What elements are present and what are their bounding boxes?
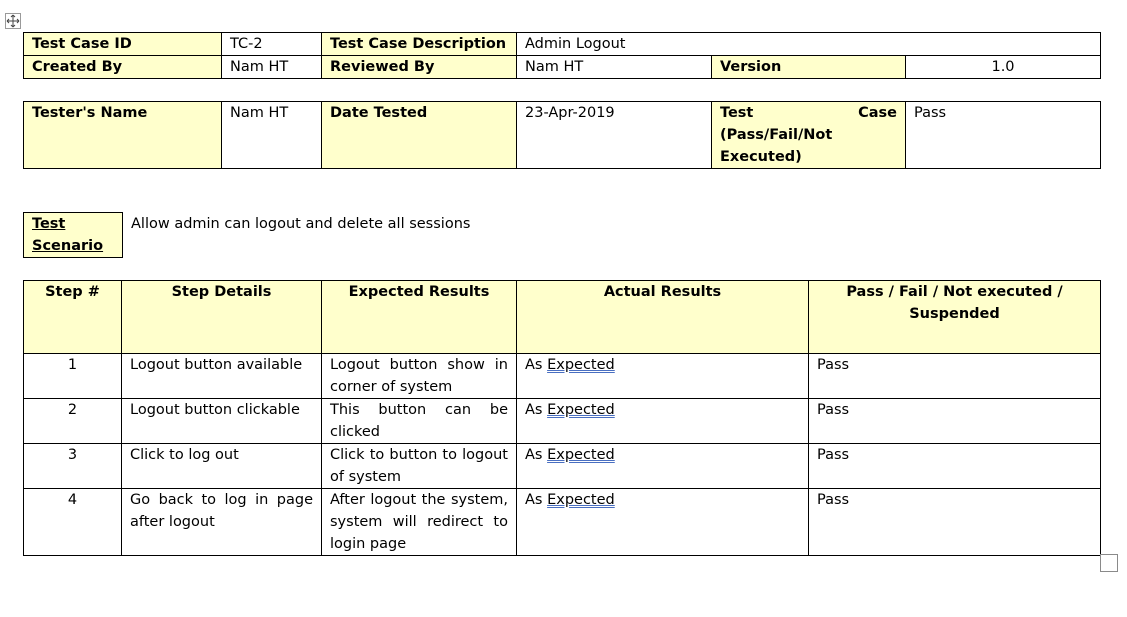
actual-result-prefix: As bbox=[525, 447, 543, 463]
actual-result-word: Expected bbox=[547, 357, 615, 373]
actual-result-prefix: As bbox=[525, 492, 543, 508]
actual-result[interactable]: As Expected bbox=[516, 398, 809, 444]
actual-result-prefix: As bbox=[525, 402, 543, 418]
test-scenario-label-line1: Test bbox=[32, 216, 66, 232]
table-row: 4 Go back to log in page after logout Af… bbox=[23, 488, 1101, 556]
step-details[interactable]: Go back to log in page after logout bbox=[121, 488, 322, 556]
step-details[interactable]: Click to log out bbox=[121, 443, 322, 489]
tester-name-value[interactable]: Nam HT bbox=[221, 101, 322, 169]
status-header-line2: Suspended bbox=[909, 306, 1000, 322]
step-status[interactable]: Pass bbox=[808, 443, 1101, 489]
steps-header-row: Step # Step Details Expected Results Act… bbox=[23, 280, 1101, 354]
test-scenario-label-line2: Scenario bbox=[32, 238, 104, 254]
test-case-description-value[interactable]: Admin Logout bbox=[516, 32, 1101, 56]
actual-result-word: Expected bbox=[547, 402, 615, 418]
step-details[interactable]: Logout button available bbox=[121, 353, 322, 399]
created-by-value[interactable]: Nam HT bbox=[221, 55, 322, 79]
actual-result-prefix: As bbox=[525, 357, 543, 373]
test-scenario-text[interactable]: Allow admin can logout and delete all se… bbox=[131, 213, 470, 235]
expected-results-header: Expected Results bbox=[321, 280, 517, 354]
step-details[interactable]: Logout button clickable bbox=[121, 398, 322, 444]
test-scenario-table: Test Scenario bbox=[23, 212, 123, 258]
version-label: Version bbox=[711, 55, 906, 79]
date-tested-label: Date Tested bbox=[321, 101, 517, 169]
step-status[interactable]: Pass bbox=[808, 353, 1101, 399]
date-tested-value[interactable]: 23-Apr-2019 bbox=[516, 101, 712, 169]
tester-info-table: Tester's Name Nam HT Date Tested 23-Apr-… bbox=[23, 101, 1101, 169]
table-row: 3 Click to log out Click to button to lo… bbox=[23, 443, 1101, 489]
result-label-case: Case bbox=[858, 105, 897, 121]
actual-result[interactable]: As Expected bbox=[516, 443, 809, 489]
step-number[interactable]: 1 bbox=[23, 353, 122, 399]
test-case-result-label: Test Case (Pass/Fail/Not Executed) bbox=[711, 101, 906, 169]
table-move-handle-icon[interactable] bbox=[5, 13, 21, 29]
test-case-id-value[interactable]: TC-2 bbox=[221, 32, 322, 56]
step-details-header: Step Details bbox=[121, 280, 322, 354]
status-header: Pass / Fail / Not executed / Suspended bbox=[808, 280, 1101, 354]
table-row: 1 Logout button available Logout button … bbox=[23, 353, 1101, 399]
step-status[interactable]: Pass bbox=[808, 488, 1101, 556]
result-label-line3: Executed) bbox=[720, 149, 802, 165]
created-by-label: Created By bbox=[23, 55, 222, 79]
test-case-id-label: Test Case ID bbox=[23, 32, 222, 56]
expected-result[interactable]: After logout the system, system will red… bbox=[321, 488, 517, 556]
actual-results-header: Actual Results bbox=[516, 280, 809, 354]
step-number[interactable]: 4 bbox=[23, 488, 122, 556]
actual-result[interactable]: As Expected bbox=[516, 488, 809, 556]
table-row: 2 Logout button clickable This button ca… bbox=[23, 398, 1101, 444]
actual-result-word: Expected bbox=[547, 447, 615, 463]
actual-result[interactable]: As Expected bbox=[516, 353, 809, 399]
result-label-test: Test bbox=[720, 105, 754, 121]
step-status[interactable]: Pass bbox=[808, 398, 1101, 444]
tester-name-label: Tester's Name bbox=[23, 101, 222, 169]
step-number-header: Step # bbox=[23, 280, 122, 354]
status-header-line1: Pass / Fail / Not executed / bbox=[846, 284, 1063, 300]
expected-result[interactable]: Logout button show in corner of system bbox=[321, 353, 517, 399]
actual-result-word: Expected bbox=[547, 492, 615, 508]
reviewed-by-label: Reviewed By bbox=[321, 55, 517, 79]
table-resize-handle-icon[interactable] bbox=[1100, 554, 1118, 572]
test-steps-table: Step # Step Details Expected Results Act… bbox=[23, 280, 1101, 556]
step-number[interactable]: 3 bbox=[23, 443, 122, 489]
result-label-line2: (Pass/Fail/Not bbox=[720, 127, 833, 143]
test-case-description-label: Test Case Description bbox=[321, 32, 517, 56]
version-value[interactable]: 1.0 bbox=[905, 55, 1101, 79]
reviewed-by-value[interactable]: Nam HT bbox=[516, 55, 712, 79]
test-case-result-value[interactable]: Pass bbox=[905, 101, 1101, 169]
step-number[interactable]: 2 bbox=[23, 398, 122, 444]
test-case-header-table: Test Case ID TC-2 Test Case Description … bbox=[23, 32, 1101, 79]
expected-result[interactable]: Click to button to logout of system bbox=[321, 443, 517, 489]
expected-result[interactable]: This button can be clicked bbox=[321, 398, 517, 444]
test-scenario-label: Test Scenario bbox=[23, 212, 123, 258]
